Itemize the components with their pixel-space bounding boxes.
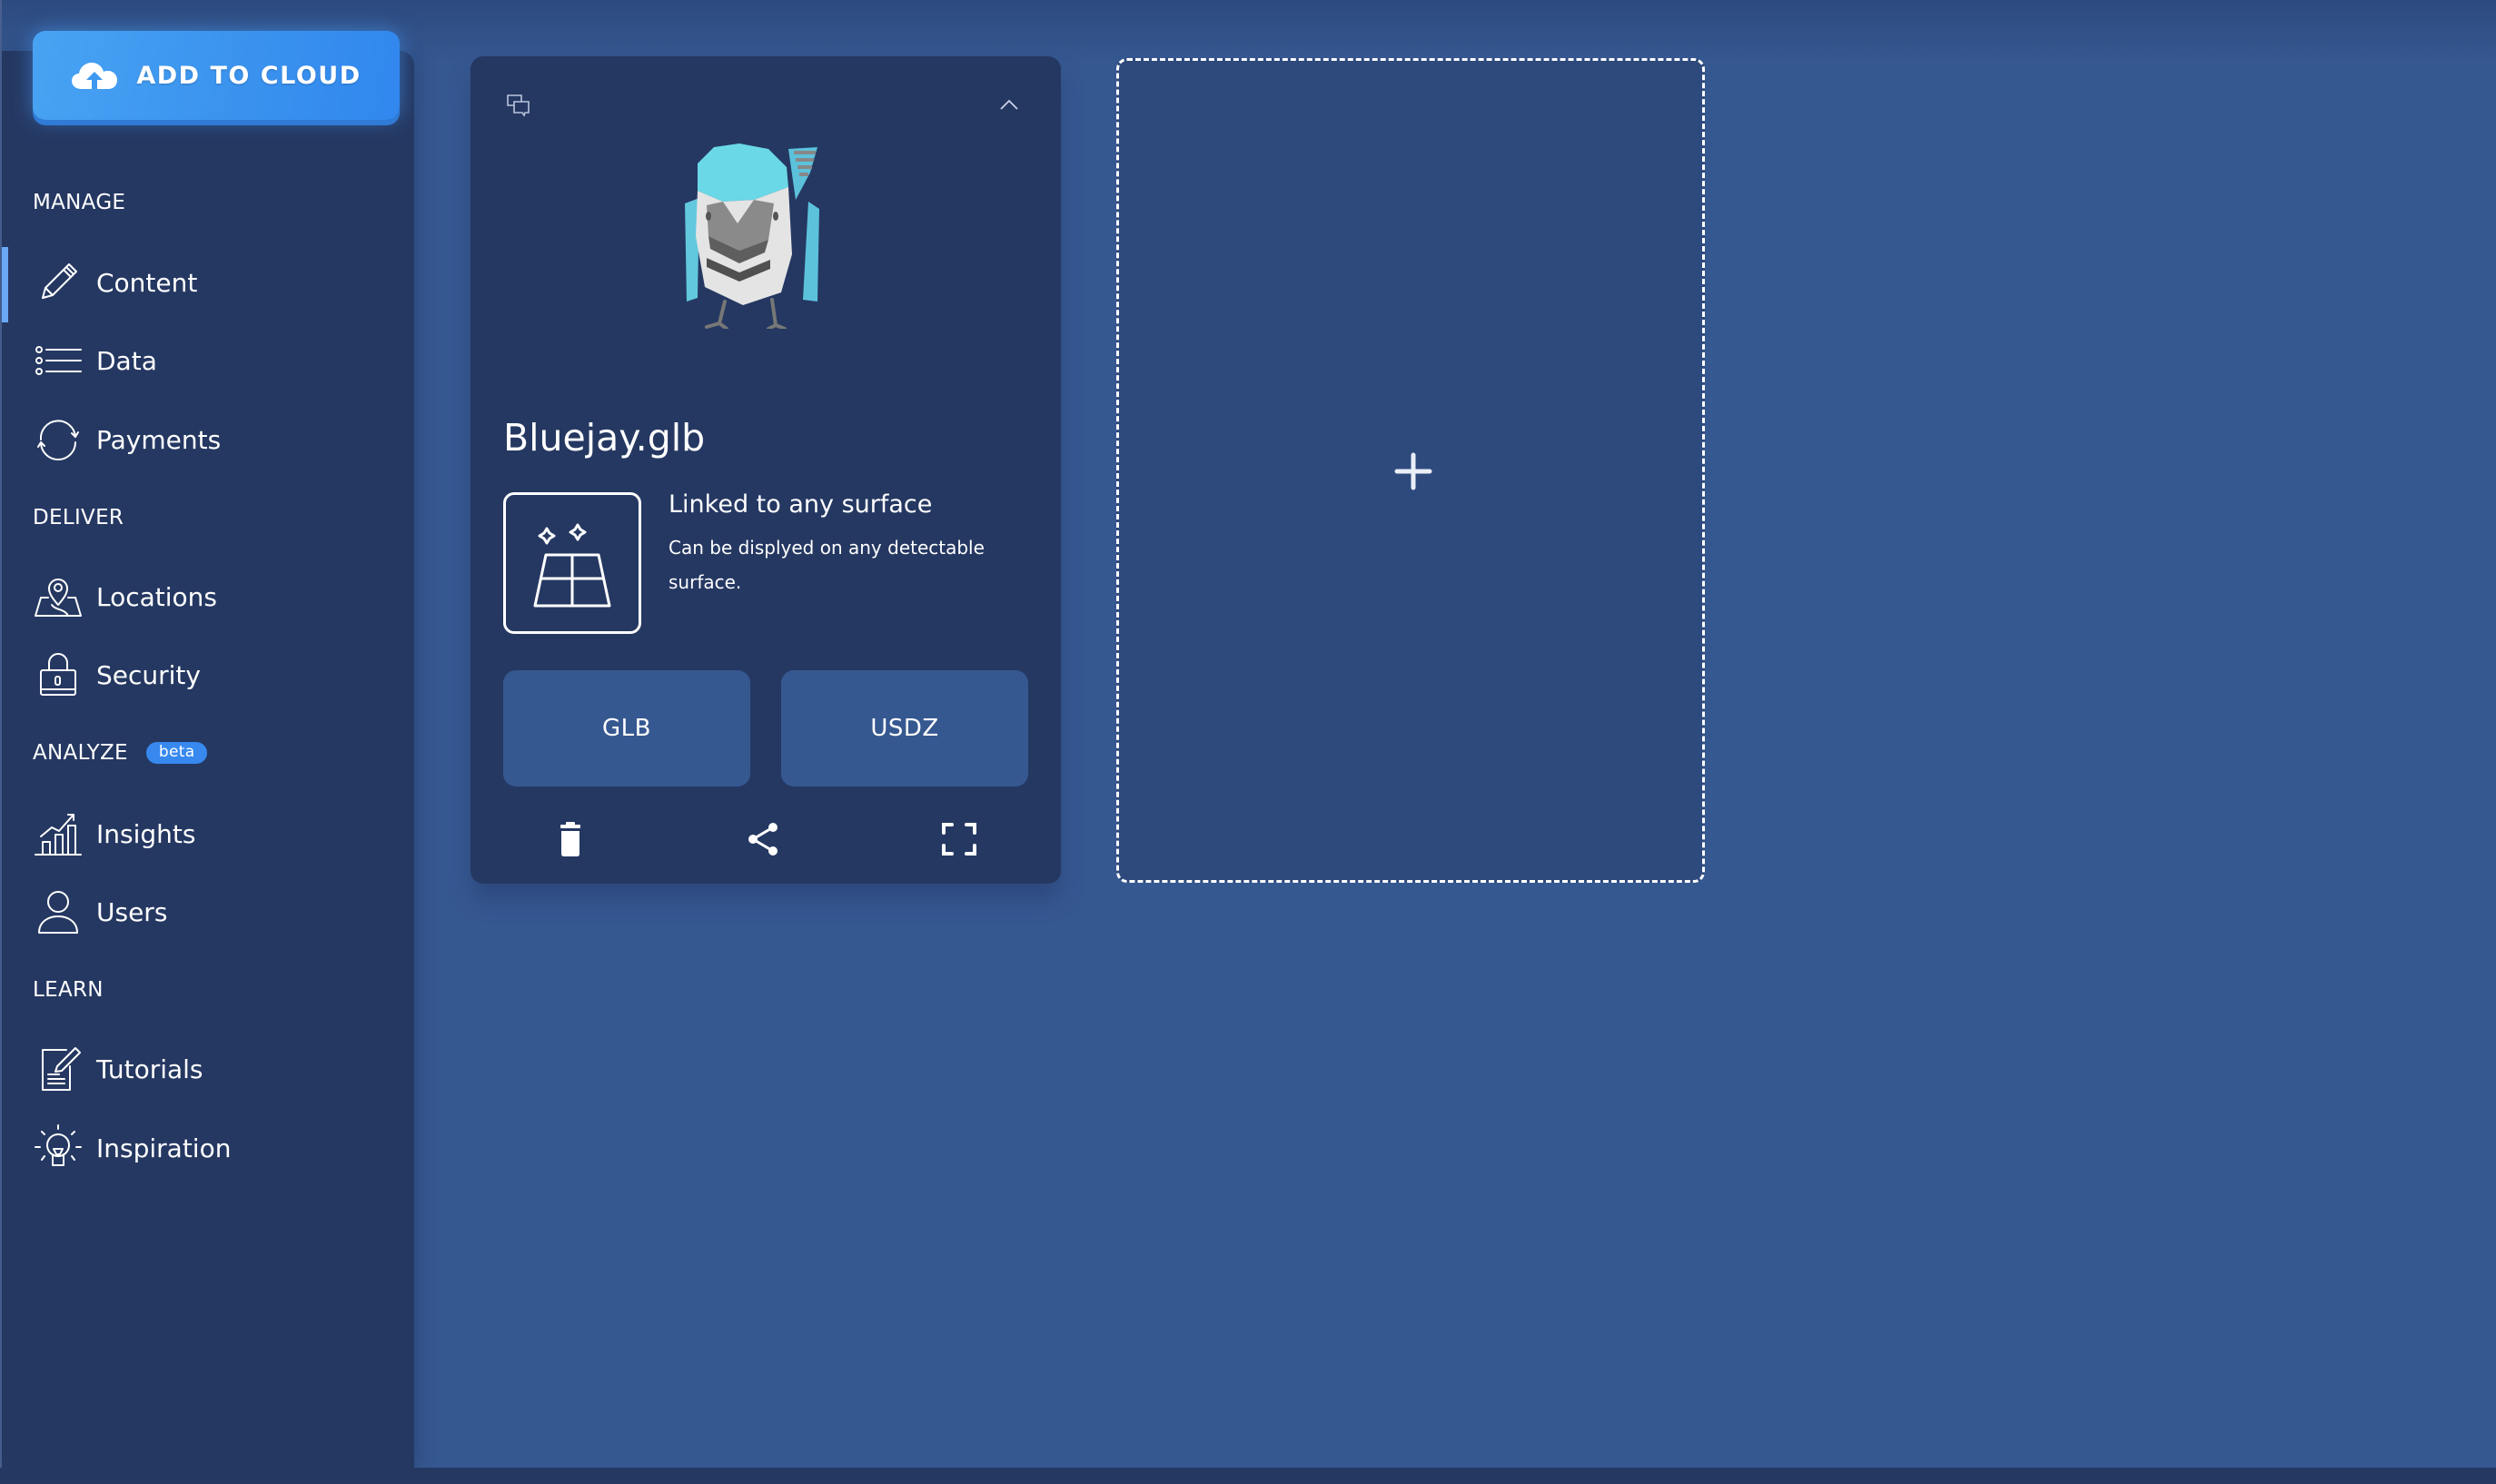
section-heading-label: MANAGE — [33, 191, 126, 214]
cloud-upload-icon — [72, 63, 118, 89]
sidebar-item-label: Users — [96, 896, 168, 927]
section-heading-analyze: ANALYZE beta — [33, 741, 208, 765]
sidebar-item-security[interactable]: Security — [2, 638, 414, 711]
sidebar-item-label: Locations — [96, 581, 218, 612]
bluejay-model-preview[interactable] — [681, 136, 837, 329]
add-to-cloud-label: ADD TO CLOUD — [136, 61, 362, 90]
surface-anchor-badge — [503, 492, 641, 634]
pencil-icon — [33, 257, 84, 308]
sidebar-item-payments[interactable]: Payments — [2, 403, 414, 476]
delete-button[interactable] — [550, 819, 590, 859]
fullscreen-icon — [942, 823, 976, 856]
chevron-up-icon[interactable] — [999, 96, 1019, 113]
comments-icon[interactable] — [507, 94, 530, 118]
sidebar-item-label: Insights — [96, 818, 196, 849]
sidebar-item-label: Content — [96, 267, 198, 298]
sidebar-item-label: Tutorials — [96, 1054, 203, 1084]
sidebar-item-users[interactable]: Users — [2, 876, 414, 948]
usdz-format-button[interactable]: USDZ — [781, 670, 1028, 787]
sidebar-item-label: Security — [96, 659, 201, 690]
section-heading-label: DELIVER — [33, 506, 124, 529]
section-heading-label: LEARN — [33, 978, 104, 1002]
map-pin-icon — [33, 571, 84, 622]
sidebar-item-locations[interactable]: Locations — [2, 560, 414, 633]
section-heading-learn: LEARN — [33, 978, 104, 1002]
beta-badge: beta — [145, 742, 208, 764]
refresh-cycle-icon — [33, 414, 84, 465]
lightbulb-icon — [33, 1123, 84, 1173]
sidebar-item-label: Inspiration — [96, 1133, 232, 1163]
share-button[interactable] — [743, 819, 783, 859]
trash-icon — [560, 822, 580, 856]
plus-icon — [1394, 452, 1432, 490]
add-to-cloud-button[interactable]: ADD TO CLOUD — [33, 31, 400, 120]
section-heading-manage: MANAGE — [33, 191, 125, 214]
document-edit-icon — [33, 1044, 84, 1094]
sidebar-item-label: Data — [96, 345, 157, 376]
share-icon — [748, 823, 778, 856]
anchor-title: Linked to any surface — [669, 490, 933, 519]
content-card: Bluejay.glb Linked to any surface Can be… — [470, 56, 1061, 884]
glb-format-button[interactable]: GLB — [503, 670, 750, 787]
fullscreen-button[interactable] — [939, 819, 979, 859]
sidebar-item-inspiration[interactable]: Inspiration — [2, 1112, 414, 1184]
list-icon — [33, 335, 84, 386]
lock-icon — [33, 649, 84, 700]
section-heading-deliver: DELIVER — [33, 506, 124, 529]
bar-chart-icon — [33, 808, 84, 859]
sidebar-item-label: Payments — [96, 424, 222, 455]
anchor-description: Can be displyed on any detectable surfac… — [669, 537, 985, 593]
sidebar-item-content[interactable]: Content — [2, 246, 414, 319]
surface-sparkle-icon — [533, 523, 611, 608]
bottom-bar — [0, 1468, 2496, 1484]
user-icon — [33, 886, 84, 937]
add-content-card[interactable] — [1116, 58, 1705, 883]
sidebar-item-data[interactable]: Data — [2, 324, 414, 397]
sidebar-item-tutorials[interactable]: Tutorials — [2, 1033, 414, 1105]
sidebar-item-insights[interactable]: Insights — [2, 797, 414, 870]
content-title: Bluejay.glb — [503, 416, 706, 460]
section-heading-label: ANALYZE — [33, 741, 128, 765]
